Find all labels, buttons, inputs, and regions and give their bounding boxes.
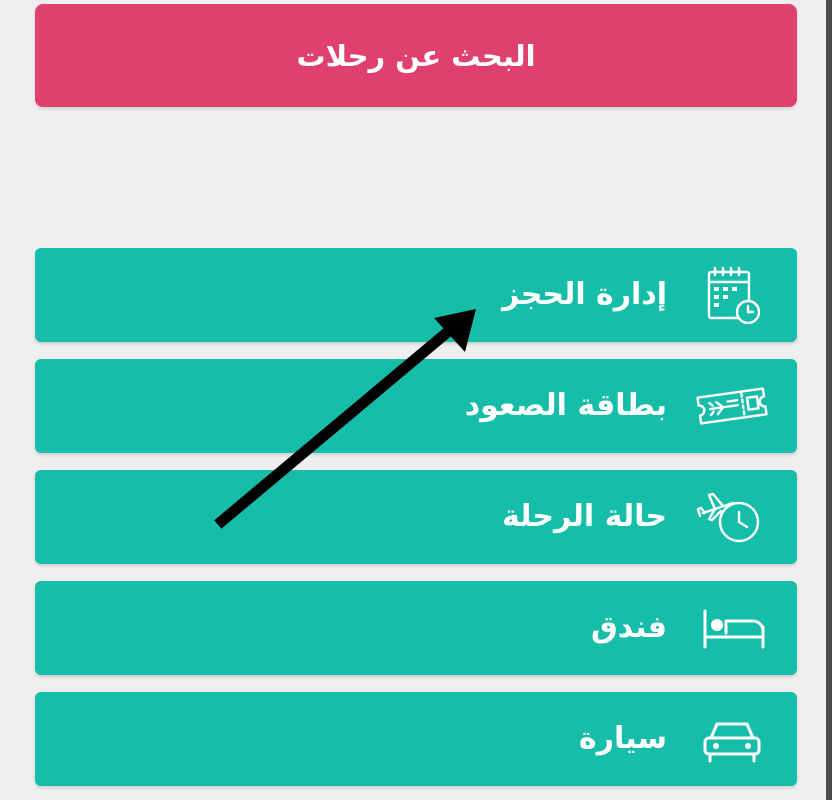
menu-item-label: بطاقة الصعود xyxy=(464,388,667,423)
car-icon xyxy=(693,708,771,770)
menu-item-manage-booking[interactable]: إدارة الحجز xyxy=(35,248,797,342)
menu-item-label: سيارة xyxy=(579,721,667,756)
menu-item-label: حالة الرحلة xyxy=(501,499,667,534)
menu-item-flight-status[interactable]: حالة الرحلة xyxy=(35,470,797,564)
search-flights-label: البحث عن رحلات xyxy=(296,38,536,73)
app-screen: البحث عن رحلات إدارة الحجز بطاقة الصعود … xyxy=(0,0,832,800)
bed-icon xyxy=(693,597,771,659)
calendar-clock-icon xyxy=(693,264,771,326)
menu-item-label: إدارة الحجز xyxy=(502,277,667,312)
menu-item-label: فندق xyxy=(590,610,667,645)
boarding-pass-icon xyxy=(693,375,771,437)
menu-item-hotel[interactable]: فندق xyxy=(35,581,797,675)
search-flights-button[interactable]: البحث عن رحلات xyxy=(35,4,797,107)
menu-item-boarding-pass[interactable]: بطاقة الصعود xyxy=(35,359,797,453)
plane-clock-icon xyxy=(693,486,771,548)
menu-item-car[interactable]: سيارة xyxy=(35,692,797,786)
